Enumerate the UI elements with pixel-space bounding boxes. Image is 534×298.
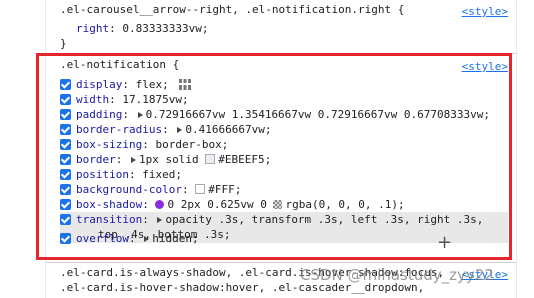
property-checkbox[interactable] (60, 124, 71, 135)
declaration-overflow[interactable]: overflow: hidden; (60, 232, 199, 245)
rule-selector[interactable]: .el-notification { (60, 58, 179, 71)
property-checkbox[interactable] (60, 184, 71, 195)
style-source-link[interactable]: <style> (462, 60, 508, 73)
declaration-width[interactable]: width: 17.1875vw; (60, 93, 189, 106)
rule-divider (46, 53, 516, 54)
declaration-border[interactable]: border: 1px solid #EBEEF5; (60, 153, 271, 166)
declaration-padding[interactable]: padding: 0.72916667vw 1.35416667vw 0.729… (60, 108, 490, 121)
expand-triangle-icon[interactable] (144, 236, 150, 242)
color-swatch-icon[interactable] (273, 200, 283, 209)
declaration-border-radius[interactable]: border-radius: 0.41666667vw; (60, 123, 271, 136)
property-checkbox[interactable] (60, 154, 71, 165)
declaration-right[interactable]: right: 0.83333333vw; (76, 22, 208, 35)
expand-triangle-icon[interactable] (157, 217, 163, 223)
flexbox-editor-icon[interactable] (179, 79, 192, 90)
property-checkbox[interactable] (60, 199, 71, 210)
expand-triangle-icon[interactable] (137, 112, 143, 118)
property-checkbox[interactable] (60, 79, 71, 90)
expand-triangle-icon[interactable] (177, 127, 183, 133)
property-checkbox[interactable] (60, 169, 71, 180)
closing-brace: } (60, 37, 67, 50)
add-property-icon[interactable]: + (437, 232, 452, 253)
rule-selector[interactable]: .el-carousel__arrow--right, .el-notifica… (60, 3, 404, 16)
property-checkbox[interactable] (60, 214, 71, 225)
property-value: 0.83333333vw; (122, 22, 209, 35)
property-name: right (76, 22, 110, 35)
property-checkbox[interactable] (60, 94, 71, 105)
styles-pane: .el-carousel__arrow--right, .el-notifica… (45, 0, 517, 298)
declaration-background-color[interactable]: background-color: #FFF; (60, 183, 241, 196)
property-checkbox[interactable] (60, 139, 71, 150)
style-source-link[interactable]: <style> (462, 5, 508, 18)
color-swatch-icon[interactable] (205, 154, 216, 164)
declaration-box-sizing[interactable]: box-sizing: border-box; (60, 138, 228, 151)
property-checkbox[interactable] (60, 233, 71, 244)
color-swatch-icon[interactable] (195, 184, 206, 194)
declaration-position[interactable]: position: fixed; (60, 168, 182, 181)
property-checkbox[interactable] (60, 109, 71, 120)
watermark: CSDN @minastudy_zyy22 (300, 266, 494, 284)
left-gutter (0, 0, 45, 298)
shadow-editor-icon[interactable] (155, 200, 165, 209)
expand-triangle-icon[interactable] (131, 157, 136, 163)
declaration-box-shadow[interactable]: box-shadow: 0 2px 0.625vw 0 rgba(0, 0, 0… (60, 198, 405, 211)
declaration-display[interactable]: display: flex; (60, 78, 192, 91)
rule-divider (46, 262, 516, 263)
